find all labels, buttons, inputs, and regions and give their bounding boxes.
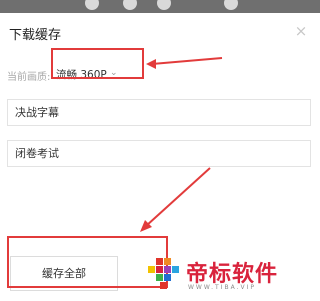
watermark-logo-icon xyxy=(148,258,179,289)
arrow-line xyxy=(145,167,211,227)
watermark-url: WWW.TIBA.VIP xyxy=(188,284,256,291)
arrow-head xyxy=(146,59,156,69)
arrow-line xyxy=(151,57,223,65)
watermark: 帝标软件 WWW.TIBA.VIP xyxy=(146,256,316,296)
